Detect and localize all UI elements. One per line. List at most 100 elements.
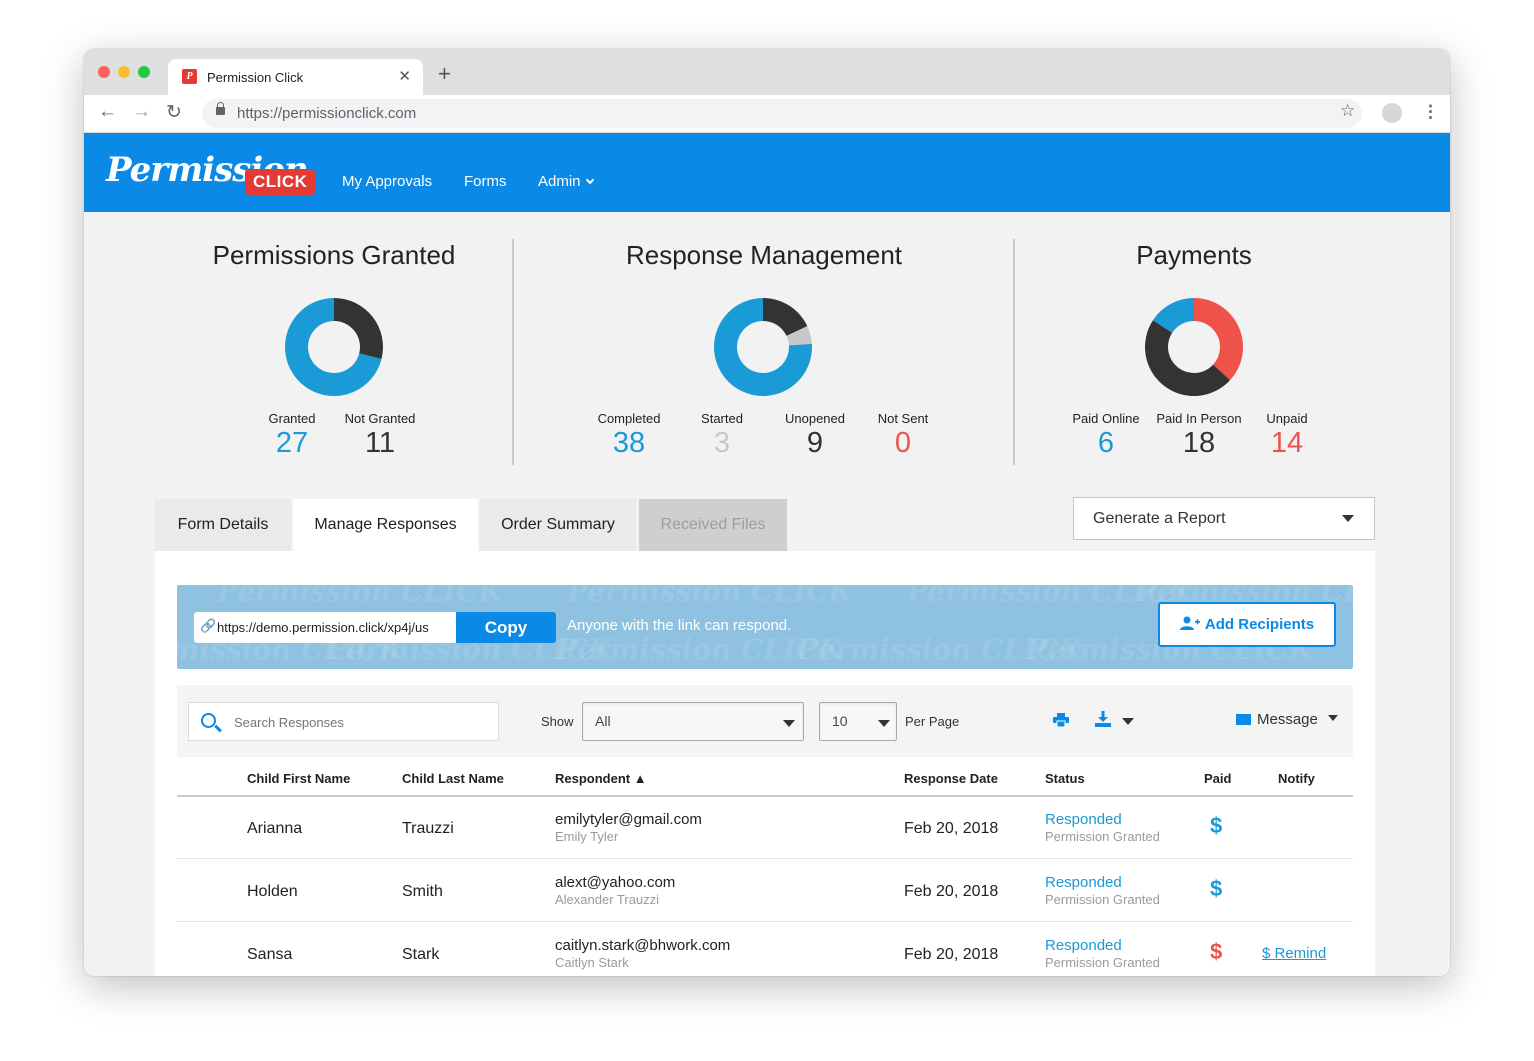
- respondent-name: Emily Tyler: [555, 829, 619, 844]
- favicon-icon: P: [182, 69, 197, 84]
- stat-label-unopened: Unopened: [785, 411, 845, 426]
- col-status[interactable]: Status: [1045, 771, 1085, 786]
- chevron-down-icon: [585, 175, 594, 185]
- logo-badge: CLICK: [245, 169, 316, 195]
- browser-titlebar: P Permission Click ✕ +: [84, 49, 1450, 95]
- donut-slice-not-granted: [334, 298, 383, 360]
- back-arrow-icon[interactable]: ←: [98, 101, 117, 123]
- download-caret-icon[interactable]: [1122, 718, 1134, 725]
- bookmark-star-icon[interactable]: ☆: [1340, 101, 1355, 121]
- col-child-first-name[interactable]: Child First Name: [247, 771, 350, 786]
- browser-tab[interactable]: P Permission Click ✕: [168, 59, 423, 95]
- stat-value-paid-in-person: 18: [1182, 427, 1216, 459]
- stat-label-not-granted: Not Granted: [344, 411, 416, 426]
- search-input[interactable]: [234, 715, 484, 730]
- respondent-email: emilytyler@gmail.com: [555, 811, 702, 828]
- download-icon[interactable]: [1095, 711, 1111, 727]
- respondent-email: caitlyn.stark@bhwork.com: [555, 937, 731, 954]
- status-text[interactable]: Responded: [1045, 937, 1122, 954]
- table-row[interactable]: Arianna Trauzzi emilytyler@gmail.com Emi…: [177, 796, 1353, 859]
- new-tab-icon[interactable]: +: [438, 61, 451, 87]
- col-child-last-name[interactable]: Child Last Name: [402, 771, 504, 786]
- reload-icon[interactable]: ↻: [166, 101, 182, 124]
- col-paid[interactable]: Paid: [1204, 771, 1231, 786]
- paid-dollar-icon: $: [1210, 876, 1223, 901]
- share-link-banner: Permission CLICK Permission CLICK Permis…: [177, 585, 1353, 669]
- nav-forms[interactable]: Forms: [464, 173, 507, 190]
- tab-title: Permission Click: [207, 70, 304, 85]
- unpaid-dollar-icon: $: [1210, 939, 1223, 964]
- tab-manage-responses[interactable]: Manage Responses: [293, 499, 478, 551]
- watermark-logo: Permission CLICK: [217, 585, 503, 608]
- tab-received-files[interactable]: Received Files: [639, 499, 787, 551]
- minimize-window-button[interactable]: [118, 66, 130, 78]
- generate-report-dropdown[interactable]: Generate a Report: [1073, 497, 1375, 540]
- search-box: [188, 702, 499, 741]
- col-response-date[interactable]: Response Date: [904, 771, 998, 786]
- status-text[interactable]: Responded: [1045, 874, 1122, 891]
- child-last-name: Stark: [402, 946, 440, 963]
- remind-link[interactable]: $ Remind: [1262, 945, 1326, 962]
- response-date: Feb 20, 2018: [904, 883, 999, 900]
- caret-down-icon: [783, 720, 795, 727]
- nav-admin[interactable]: Admin: [538, 173, 594, 190]
- stat-label-paid-online: Paid Online: [1072, 411, 1140, 426]
- stats-divider: [1013, 239, 1015, 465]
- print-icon[interactable]: [1053, 713, 1069, 727]
- profile-avatar[interactable]: [1382, 103, 1402, 123]
- per-page-select[interactable]: 10: [819, 702, 897, 741]
- copy-link-button[interactable]: Copy: [456, 612, 556, 643]
- child-first-name: Sansa: [247, 946, 293, 963]
- forward-arrow-icon[interactable]: →: [132, 101, 151, 123]
- payments-title: Payments: [1136, 240, 1252, 270]
- close-window-button[interactable]: [98, 66, 110, 78]
- search-icon: [201, 713, 216, 728]
- maximize-window-button[interactable]: [138, 66, 150, 78]
- add-user-icon: [1179, 616, 1200, 630]
- stat-value-paid-online: 6: [1097, 427, 1115, 459]
- stat-label-paid-in-person: Paid In Person: [1156, 411, 1242, 426]
- browser-menu-icon[interactable]: ⋮: [1422, 102, 1439, 122]
- respondent-name: Alexander Trauzzi: [555, 892, 660, 907]
- show-filter-select[interactable]: All: [582, 702, 804, 741]
- tab-order-summary[interactable]: Order Summary: [480, 499, 636, 551]
- col-notify[interactable]: Notify: [1278, 771, 1315, 786]
- stat-label-granted: Granted: [268, 411, 316, 426]
- link-access-note: Anyone with the link can respond.: [567, 617, 792, 634]
- app-header: Permission CLICK My Approvals Forms Admi…: [84, 133, 1450, 212]
- address-bar[interactable]: https://permissionclick.com: [202, 99, 1362, 128]
- manage-responses-panel: Permission CLICK Permission CLICK Permis…: [155, 551, 1375, 976]
- response-date: Feb 20, 2018: [904, 820, 999, 837]
- share-link-field[interactable]: 🔗 https://demo.permission.click/xp4j/us: [194, 612, 458, 643]
- stat-value-completed: 38: [612, 427, 646, 459]
- caret-down-icon: [878, 720, 890, 727]
- stat-label-completed: Completed: [597, 411, 661, 426]
- respondent-email: alext@yahoo.com: [555, 874, 676, 891]
- close-tab-icon[interactable]: ✕: [398, 67, 411, 85]
- message-dropdown[interactable]: Message: [1236, 711, 1339, 728]
- stat-value-granted: 27: [275, 427, 309, 459]
- add-recipients-button[interactable]: Add Recipients: [1158, 602, 1336, 647]
- col-respondent[interactable]: Respondent ▲: [555, 771, 647, 786]
- status-detail: Permission Granted: [1045, 955, 1160, 970]
- nav-my-approvals[interactable]: My Approvals: [342, 173, 432, 190]
- browser-window: P Permission Click ✕ + ← → ↻ https://per…: [84, 49, 1450, 976]
- stat-label-not-sent: Not Sent: [877, 411, 929, 426]
- status-detail: Permission Granted: [1045, 829, 1160, 844]
- filter-bar: Show All 10 Per Page Messa: [177, 685, 1353, 757]
- stat-value-started: 3: [713, 427, 731, 459]
- permissions-donut: [285, 298, 383, 396]
- table-row[interactable]: Sansa Stark caitlyn.stark@bhwork.com Cai…: [177, 922, 1353, 976]
- stat-value-unopened: 9: [806, 427, 824, 459]
- child-last-name: Trauzzi: [402, 820, 454, 837]
- message-label: Message: [1257, 711, 1318, 728]
- share-link-text: https://demo.permission.click/xp4j/us: [217, 620, 429, 635]
- stat-label-started: Started: [701, 411, 743, 426]
- status-text[interactable]: Responded: [1045, 811, 1122, 828]
- stat-value-not-granted: 11: [364, 427, 396, 459]
- child-first-name: Holden: [247, 883, 298, 900]
- table-row[interactable]: Holden Smith alext@yahoo.com Alexander T…: [177, 859, 1353, 922]
- tab-form-details[interactable]: Form Details: [155, 499, 291, 551]
- watermark-logo: Permission CLICK: [567, 585, 853, 608]
- nav-admin-label: Admin: [538, 173, 581, 190]
